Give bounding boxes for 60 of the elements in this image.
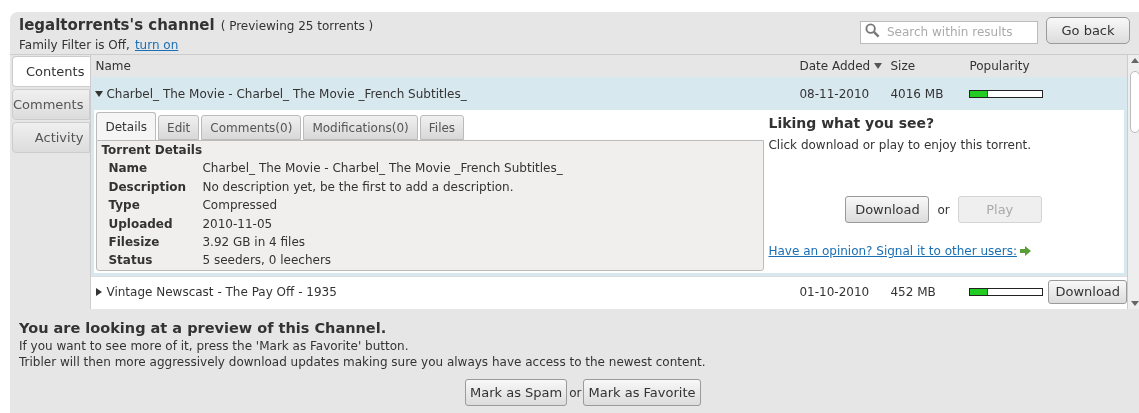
or-text: or bbox=[569, 384, 582, 401]
turn-on-link[interactable]: turn on bbox=[134, 36, 179, 53]
search-icon bbox=[865, 23, 880, 38]
column-header[interactable]: Name bbox=[91, 57, 800, 75]
expanded-triangle-icon[interactable] bbox=[95, 89, 104, 98]
date-added: 01-10-2010 bbox=[799, 283, 871, 301]
scrollbar[interactable] bbox=[1127, 55, 1139, 309]
file-size: 452 MB bbox=[890, 283, 937, 301]
scroll-thumb[interactable] bbox=[1129, 71, 1139, 133]
file-size: 4016 MB bbox=[890, 85, 945, 103]
detail-tab[interactable]: Details bbox=[96, 112, 157, 140]
sort-descending-icon bbox=[874, 63, 883, 69]
field-label: Status bbox=[108, 252, 154, 270]
torrent-name: Vintage Newscast - The Pay Off - 1935 bbox=[106, 283, 337, 301]
or-text: or bbox=[937, 201, 950, 219]
detail-tab[interactable]: Edit bbox=[158, 115, 200, 140]
column-header[interactable]: Date Added bbox=[799, 57, 891, 75]
field-value: Charbel_ The Movie - Charbel_ The Movie _French Subtitles_ bbox=[202, 160, 563, 178]
torrent-name: Charbel_ The Movie - Charbel_ The Movie _French Subtitles_ bbox=[106, 85, 467, 103]
search-field[interactable]: Search within results bbox=[860, 20, 1038, 44]
download-button[interactable]: Download bbox=[1048, 279, 1128, 304]
field-label: Name bbox=[108, 160, 149, 178]
aside-text: Click download or play to enjoy this torrent. bbox=[768, 137, 1033, 154]
column-header[interactable]: Size bbox=[890, 57, 970, 75]
torrent-row[interactable]: Vintage Newscast - The Pay Off - 1935 01-10-2010 452 MB Download bbox=[91, 276, 1128, 306]
field-value: Compressed bbox=[202, 197, 278, 215]
channel-title: legaltorrents's channel bbox=[19, 15, 215, 36]
detail-tab[interactable]: Files bbox=[419, 115, 465, 140]
collapsed-triangle-icon[interactable] bbox=[95, 287, 104, 296]
arrow-right-icon bbox=[1019, 246, 1031, 256]
signal-opinion-link[interactable]: Have an opinion? Signal it to other users: bbox=[768, 242, 1017, 260]
field-label: Type bbox=[108, 197, 141, 215]
side-tab[interactable]: Contents bbox=[12, 56, 91, 87]
scroll-up-icon[interactable] bbox=[1130, 58, 1139, 63]
mark-as-favorite-button[interactable]: Mark as Favorite bbox=[583, 379, 701, 406]
field-value: 5 seeders, 0 leechers bbox=[202, 252, 332, 270]
mark-as-spam-button[interactable]: Mark as Spam bbox=[465, 379, 568, 406]
go-back-button[interactable]: Go back bbox=[1046, 17, 1130, 44]
family-filter-status: Family Filter is Off, bbox=[19, 36, 130, 53]
field-value: 2010-11-05 bbox=[202, 215, 273, 233]
preview-notice-title: You are looking at a preview of this Channel. bbox=[19, 319, 388, 338]
field-label: Uploaded bbox=[108, 215, 174, 233]
download-button[interactable]: Download bbox=[845, 196, 930, 223]
side-tab[interactable]: Activity bbox=[12, 122, 91, 153]
date-added: 08-11-2010 bbox=[799, 85, 871, 103]
field-label: Filesize bbox=[108, 234, 161, 252]
preview-notice-text: If you want to see more of it, press the 'Mark as Favorite' button. bbox=[19, 338, 410, 354]
preview-count: ( Previewing 25 torrents ) bbox=[220, 18, 374, 35]
aside-title: Liking what you see? bbox=[768, 114, 936, 133]
field-value: No description yet, be the first to add a description. bbox=[202, 178, 514, 196]
torrent-row[interactable]: Charbel_ The Movie - Charbel_ The Movie _French Subtitles_ 08-11-2010 4016 MB bbox=[91, 77, 1128, 110]
scroll-down-icon[interactable] bbox=[1130, 301, 1139, 306]
field-value: 3.92 GB in 4 files bbox=[202, 234, 306, 252]
detail-tab[interactable]: Comments(0) bbox=[201, 115, 302, 140]
column-header[interactable]: Popularity bbox=[969, 57, 1060, 75]
field-label: Description bbox=[108, 178, 188, 196]
section-title: Torrent Details bbox=[101, 142, 204, 159]
preview-notice-text: Tribler will then more aggressively download updates making sure you always have access to the newest content. bbox=[19, 354, 707, 370]
detail-tab[interactable]: Modifications(0) bbox=[303, 115, 418, 140]
side-tab[interactable]: Comments bbox=[12, 89, 91, 120]
